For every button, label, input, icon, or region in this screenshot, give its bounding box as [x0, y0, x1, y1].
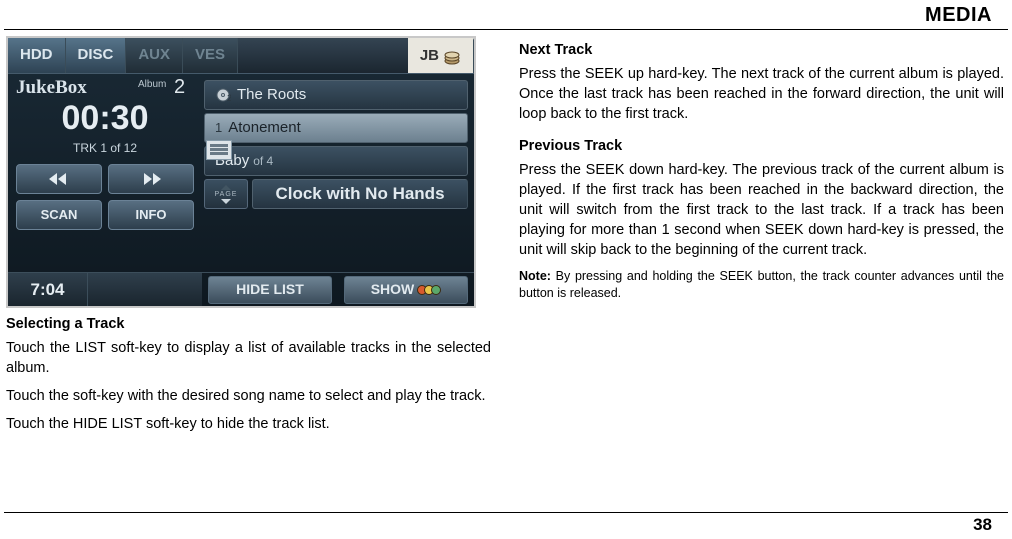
heading-selecting-track: Selecting a Track [6, 314, 491, 334]
body-text: Press the SEEK down hard-key. The previo… [519, 160, 1004, 260]
artist-name: The Roots [237, 85, 306, 106]
track-list: 2 The Roots 1 Atonement Baby of 4 [200, 74, 474, 272]
discs-icon [420, 285, 441, 295]
now-playing-thumbnail-icon [206, 140, 232, 160]
right-column: Next Track Press the SEEK up hard-key. T… [519, 36, 1004, 512]
rewind-button[interactable] [16, 164, 102, 194]
tab-spacer [238, 38, 408, 73]
track-row-selected[interactable]: 1 Atonement [204, 113, 468, 143]
album-number: 2 [174, 74, 185, 102]
tab-disc[interactable]: DISC [66, 38, 127, 73]
manual-page: MEDIA HDD DISC AUX VES JB [0, 0, 1012, 539]
show-label: SHOW [371, 280, 415, 299]
page-button[interactable]: PAGE [204, 179, 248, 209]
tab-hdd[interactable]: HDD [8, 38, 66, 73]
left-column: HDD DISC AUX VES JB Album 2 [6, 36, 491, 512]
tab-jukebox-label: JB [420, 46, 439, 67]
page-and-track-row: PAGE Clock with No Hands [204, 179, 468, 209]
scan-button[interactable]: SCAN [16, 200, 102, 230]
track-index: 1 [215, 119, 222, 137]
body-text: Press the SEEK up hard-key. The next tra… [519, 64, 1004, 124]
seek-row [16, 164, 194, 194]
page-number: 38 [4, 512, 1008, 539]
now-playing-pane: JukeBox 00:30 TRK 1 of 12 S [8, 74, 200, 272]
page-down-icon [221, 199, 231, 204]
main-row: JukeBox 00:30 TRK 1 of 12 S [8, 74, 474, 272]
body-text: Touch the HIDE LIST soft-key to hide the… [6, 414, 491, 434]
scan-info-row: SCAN INFO [16, 200, 194, 230]
elapsed-time: 00:30 [16, 95, 194, 142]
bottom-bar: 7:04 HIDE LIST SHOW [8, 272, 474, 306]
track-title: Atonement [228, 118, 301, 139]
two-column-layout: HDD DISC AUX VES JB Album 2 [0, 36, 1012, 512]
track-of-count: of 4 [253, 153, 273, 170]
page-up-icon [221, 185, 231, 190]
body-text: Touch the LIST soft-key to display a lis… [6, 338, 491, 378]
header-divider [4, 29, 1008, 30]
tab-aux[interactable]: AUX [126, 38, 183, 73]
track-counter: TRK 1 of 12 [16, 140, 194, 157]
page-label: PAGE [215, 191, 238, 198]
track-title: Clock with No Hands [275, 182, 444, 205]
note-text: Note: By pressing and holding the SEEK b… [519, 268, 1004, 303]
info-button[interactable]: INFO [108, 200, 194, 230]
svg-text:2: 2 [227, 93, 231, 103]
cd-icon: 2 [215, 87, 231, 103]
clock-display: 7:04 [8, 273, 88, 306]
note-label: Note: [519, 269, 551, 283]
hide-list-button[interactable]: HIDE LIST [208, 276, 332, 304]
tab-ves[interactable]: VES [183, 38, 238, 73]
track-row[interactable]: Baby of 4 [204, 146, 468, 176]
radio-screenshot: HDD DISC AUX VES JB Album 2 [6, 36, 476, 308]
fast-forward-button[interactable] [108, 164, 194, 194]
body-text: Touch the soft-key with the desired song… [6, 386, 491, 406]
jukebox-icon [443, 49, 461, 65]
track-row[interactable]: Clock with No Hands [252, 179, 468, 209]
artist-row[interactable]: 2 The Roots [204, 80, 468, 110]
source-tab-bar: HDD DISC AUX VES JB [8, 38, 474, 74]
tab-jukebox[interactable]: JB [408, 38, 474, 73]
heading-next-track: Next Track [519, 40, 1004, 60]
heading-previous-track: Previous Track [519, 136, 1004, 156]
show-button[interactable]: SHOW [344, 276, 468, 304]
page-header: MEDIA [0, 0, 1012, 29]
album-label: Album [138, 78, 166, 92]
bottom-spacer [88, 273, 202, 306]
note-body: By pressing and holding the SEEK button,… [519, 269, 1004, 300]
